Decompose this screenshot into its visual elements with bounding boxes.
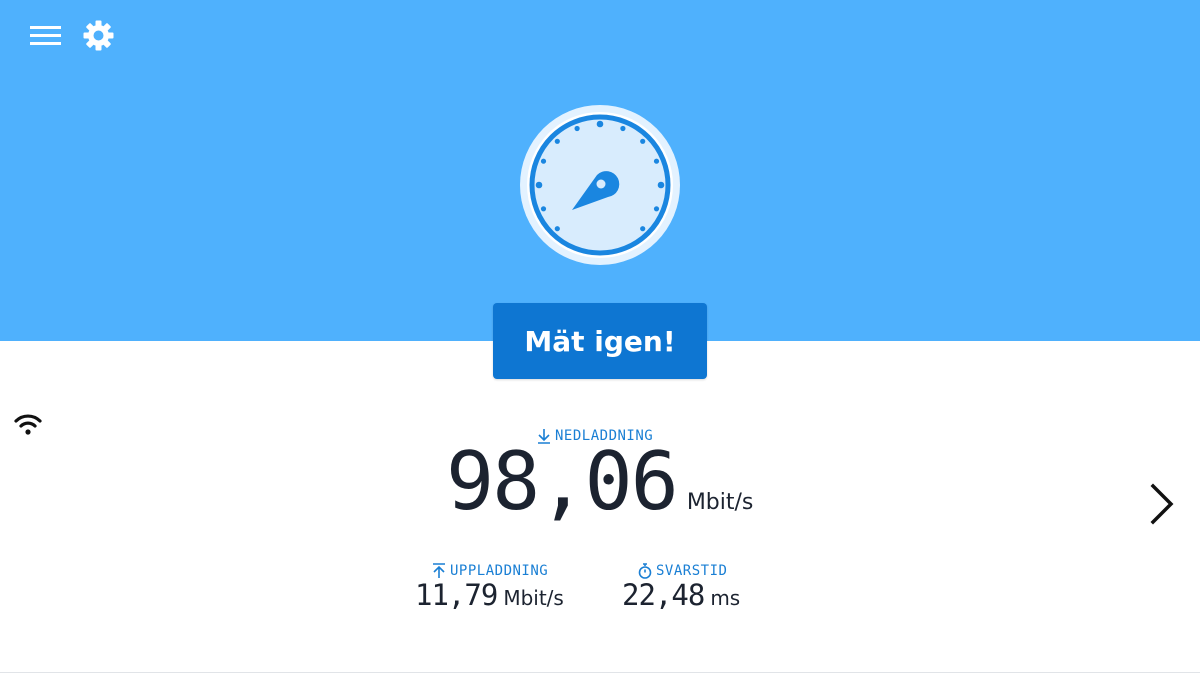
upload-result: 11,79 Mbit/s bbox=[415, 578, 564, 612]
chevron-right-icon[interactable] bbox=[1146, 482, 1178, 526]
gear-icon[interactable] bbox=[80, 17, 117, 54]
speedtest-app: Mät igen! NEDLADDNING 98,06 Mbit/s UPPLA… bbox=[0, 0, 1200, 675]
bottom-divider bbox=[0, 672, 1200, 673]
hero-header bbox=[0, 0, 1200, 341]
upload-unit: Mbit/s bbox=[503, 586, 564, 610]
download-unit: Mbit/s bbox=[686, 490, 754, 515]
upload-arrow-icon bbox=[433, 563, 445, 578]
retest-button[interactable]: Mät igen! bbox=[493, 303, 707, 379]
latency-value: 22,48 bbox=[622, 578, 705, 612]
latency-label-text: SVARSTID bbox=[656, 563, 728, 579]
stopwatch-icon bbox=[638, 563, 652, 579]
download-value: 98,06 bbox=[446, 435, 679, 528]
download-result: 98,06 Mbit/s bbox=[446, 442, 753, 522]
upload-label-text: UPPLADDNING bbox=[450, 563, 549, 579]
latency-label: SVARSTID bbox=[638, 563, 727, 579]
latency-result: 22,48 ms bbox=[622, 578, 741, 612]
latency-unit: ms bbox=[710, 586, 741, 610]
upload-value: 11,79 bbox=[415, 578, 498, 612]
speedometer-gauge-icon bbox=[520, 105, 680, 265]
upload-label: UPPLADDNING bbox=[432, 563, 548, 579]
wifi-icon bbox=[14, 414, 42, 435]
hamburger-menu-icon[interactable] bbox=[28, 20, 64, 52]
